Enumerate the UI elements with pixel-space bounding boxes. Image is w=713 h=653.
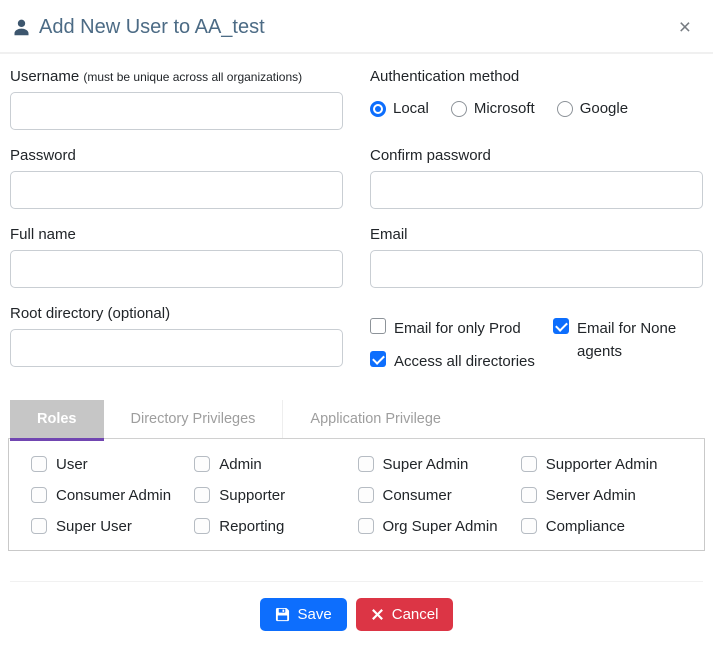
role-checkbox-consumer-control[interactable] [358,487,374,503]
password-label: Password [10,147,343,164]
role-checkbox-org-super-admin[interactable]: Org Super Admin [358,518,521,535]
role-checkbox-super-user-control[interactable] [31,518,47,534]
password-input[interactable] [10,171,343,209]
confirm-password-input[interactable] [370,171,703,209]
confirm-password-field-group: Confirm password [370,147,703,209]
role-checkbox-consumer[interactable]: Consumer [358,487,521,504]
close-icon[interactable]: × [673,15,697,40]
role-checkbox-org-super-admin-control[interactable] [358,518,374,534]
role-checkbox-supporter-admin-control[interactable] [521,456,537,472]
role-checkbox-supporter-control[interactable] [194,487,210,503]
role-checkbox-server-admin[interactable]: Server Admin [521,487,684,504]
radio-microsoft[interactable]: Microsoft [451,100,535,117]
cancel-button[interactable]: Cancel [356,598,454,631]
full-name-field-group: Full name [10,226,343,288]
radio-google-control[interactable] [557,101,573,117]
role-checkbox-super-user[interactable]: Super User [31,518,194,535]
auth-method-label: Authentication method [370,68,703,85]
root-directory-field-group: Root directory (optional) [10,305,343,384]
password-field-group: Password [10,147,343,209]
checkbox-access-all-directories[interactable]: Access all directories [370,350,545,373]
modal-header: Add New User to AA_test × [0,0,713,54]
role-checkbox-admin-control[interactable] [194,456,210,472]
form-area: Username (must be unique across all orga… [0,54,713,384]
role-checkbox-consumer-admin-control[interactable] [31,487,47,503]
tab-roles[interactable]: Roles [10,400,104,438]
footer: Save Cancel [0,582,713,647]
role-checkbox-reporting-control[interactable] [194,518,210,534]
email-options-group: Email for only Prod Access all directori… [370,305,703,384]
tab-bar: Roles Directory Privileges Application P… [8,400,705,439]
auth-method-radios: Local Microsoft Google [370,100,703,117]
email-options-col-2: Email for None agents [553,317,703,384]
role-checkbox-supporter-admin[interactable]: Supporter Admin [521,456,684,473]
role-checkbox-compliance-control[interactable] [521,518,537,534]
root-directory-label: Root directory (optional) [10,305,343,322]
role-checkbox-user-control[interactable] [31,456,47,472]
save-icon [275,607,290,622]
role-checkbox-compliance[interactable]: Compliance [521,518,684,535]
modal-title-text: Add New User to AA_test [39,16,265,39]
radio-local[interactable]: Local [370,100,429,117]
auth-method-group: Authentication method Local Microsoft Go… [370,68,703,130]
full-name-input[interactable] [10,250,343,288]
checkbox-access-all-directories-control[interactable] [370,351,386,367]
username-hint: (must be unique across all organizations… [83,70,302,84]
confirm-password-label: Confirm password [370,147,703,164]
checkbox-email-none-agents-control[interactable] [553,318,569,334]
email-label: Email [370,226,703,243]
checkbox-email-none-agents[interactable]: Email for None agents [553,317,703,364]
radio-google[interactable]: Google [557,100,628,117]
email-options-col-1: Email for only Prod Access all directori… [370,317,545,384]
tab-application-privilege[interactable]: Application Privilege [283,400,468,438]
checkbox-email-only-prod[interactable]: Email for only Prod [370,317,545,340]
checkbox-email-only-prod-control[interactable] [370,318,386,334]
radio-microsoft-control[interactable] [451,101,467,117]
add-user-modal: Add New User to AA_test × Username (must… [0,0,713,653]
email-field-group: Email [370,226,703,288]
role-checkbox-user[interactable]: User [31,456,194,473]
cancel-x-icon [371,608,384,621]
role-checkbox-reporting[interactable]: Reporting [194,518,357,535]
username-field-group: Username (must be unique across all orga… [10,68,343,130]
username-label: Username (must be unique across all orga… [10,68,343,85]
role-checkbox-super-admin[interactable]: Super Admin [358,456,521,473]
save-button[interactable]: Save [260,598,347,631]
username-input[interactable] [10,92,343,130]
tab-directory-privileges[interactable]: Directory Privileges [104,400,284,438]
radio-local-control[interactable] [370,101,386,117]
root-directory-input[interactable] [10,329,343,367]
role-checkbox-server-admin-control[interactable] [521,487,537,503]
privileges-tabs-section: Roles Directory Privileges Application P… [8,400,705,551]
role-checkbox-admin[interactable]: Admin [194,456,357,473]
role-checkbox-super-admin-control[interactable] [358,456,374,472]
email-field[interactable] [370,250,703,288]
roles-panel: User Admin Super Admin Supporter Admin C… [8,439,705,551]
full-name-label: Full name [10,226,343,243]
role-checkbox-consumer-admin[interactable]: Consumer Admin [31,487,194,504]
page-title: Add New User to AA_test [12,16,265,39]
role-checkbox-supporter[interactable]: Supporter [194,487,357,504]
user-icon [12,18,31,37]
